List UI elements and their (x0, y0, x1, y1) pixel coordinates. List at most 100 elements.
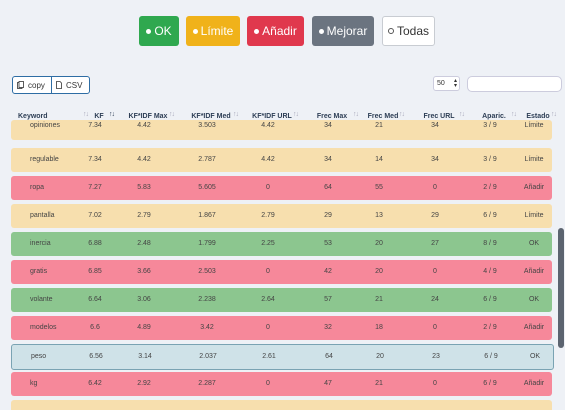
cell-frec-max: 42 (324, 268, 332, 275)
cell-aparic: 2 / 9 (483, 324, 497, 331)
copy-button[interactable]: copy (12, 76, 52, 94)
table-row[interactable] (11, 400, 552, 410)
cell-keyword: ropa (30, 184, 45, 191)
cell-keyword (30, 400, 80, 410)
cell-frec-med (356, 400, 402, 410)
cell-kfidf-max: 4.89 (137, 324, 151, 331)
cell-kfidf-url: 0 (266, 268, 270, 275)
table-row[interactable]: kg 6.42 2.92 2.287 0 47 21 0 6 / 9 Añadir (11, 372, 552, 396)
cell-keyword: opiniones (30, 122, 60, 129)
table-row[interactable]: modelos 6.6 4.89 3.42 0 32 18 0 2 / 9 Añadir (11, 316, 552, 340)
table-row[interactable]: inercia 6.88 2.48 1.799 2.25 53 20 27 8 / 9 OK (11, 232, 552, 256)
cell-kf: 6.85 (88, 268, 102, 275)
cell-kfidf-med (178, 400, 236, 410)
table-row[interactable]: opiniones 7.34 4.42 3.503 4.42 34 21 34 3 / 9 Lím… (11, 120, 552, 140)
cell-kf: 7.02 (88, 212, 102, 219)
filter-todas-label: Todas (396, 24, 430, 38)
table-row[interactable]: ropa 7.27 5.83 5.605 0 64 55 0 2 / 9 Añadir (11, 176, 552, 200)
radio-circle-icon (387, 28, 394, 34)
cell-frec-med: 13 (375, 212, 383, 219)
cell-frec-max: 64 (324, 184, 332, 191)
cell-kfidf-url: 0 (266, 324, 270, 331)
cell-frec-med: 20 (375, 240, 383, 247)
cell-kf: 6.6 (90, 324, 100, 331)
keywords-table: Keyword ↑↓ KF ↑↓ KF*IDF Max ↑↓ KF*IDF Med ↑↓ KF*… (0, 106, 565, 410)
cell-aparic: 6 / 9 (484, 353, 498, 360)
cell-keyword: kg (30, 380, 38, 387)
cell-kf: 6.88 (88, 240, 102, 247)
cell-kf: 7.34 (88, 122, 102, 129)
cell-kfidf-med: 5.605 (198, 184, 216, 191)
cell-aparic: 6 / 9 (483, 296, 497, 303)
cell-estado: Añadir (523, 268, 545, 275)
cell-frec-url: 0 (433, 184, 437, 191)
cell-kfidf-max: 3.66 (137, 268, 151, 275)
cell-kfidf-url: 2.79 (261, 212, 275, 219)
cell-estado (514, 400, 554, 410)
radio-dot-icon (254, 28, 260, 34)
cell-frec-url: 27 (431, 240, 439, 247)
cell-frec-max: 29 (324, 212, 332, 219)
cell-kfidf-max: 4.42 (137, 156, 151, 163)
cell-keyword: modelos (30, 324, 57, 331)
cell-frec-url: 0 (433, 268, 437, 275)
cell-keyword: pantalla (30, 212, 55, 219)
cell-kfidf-url (240, 400, 296, 410)
cell-kf: 6.56 (89, 353, 103, 360)
cell-kf (78, 400, 112, 410)
table-row[interactable]: peso 6.56 3.14 2.037 2.61 64 20 23 6 / 9 OK (11, 344, 554, 370)
cell-kfidf-url: 0 (266, 380, 270, 387)
cell-frec-url: 34 (431, 156, 439, 163)
cell-kfidf-med: 3.42 (200, 324, 214, 331)
filter-mejorar-button[interactable]: Mejorar (312, 16, 374, 46)
csv-label: CSV (66, 80, 83, 90)
cell-keyword: inercia (30, 240, 51, 247)
cell-frec-max: 34 (324, 122, 332, 129)
cell-kfidf-url: 2.64 (261, 296, 275, 303)
filter-limite-button[interactable]: Límite (186, 16, 240, 46)
cell-frec-max: 53 (324, 240, 332, 247)
cell-frec-med: 14 (375, 156, 383, 163)
cell-kfidf-med: 1.867 (198, 212, 216, 219)
cell-frec-url: 24 (431, 296, 439, 303)
cell-aparic: 8 / 9 (483, 240, 497, 247)
filter-todas-button[interactable]: Todas (382, 16, 435, 46)
cell-frec-url: 34 (431, 122, 439, 129)
table-row[interactable]: gratis 6.85 3.66 2.503 0 42 20 0 4 / 9 Añadir (11, 260, 552, 284)
cell-estado: OK (528, 240, 540, 247)
cell-kfidf-max: 2.79 (137, 212, 151, 219)
search-input[interactable] (467, 76, 562, 92)
cell-keyword: peso (31, 353, 47, 360)
cell-aparic: 4 / 9 (483, 268, 497, 275)
radio-dot-icon (192, 28, 198, 34)
cell-kfidf-med: 2.037 (199, 353, 217, 360)
cell-kfidf-med: 2.238 (198, 296, 216, 303)
cell-frec-max: 64 (325, 353, 333, 360)
vertical-scrollbar[interactable] (558, 228, 564, 348)
cell-kfidf-max: 5.83 (137, 184, 151, 191)
radio-dot-icon (146, 28, 152, 34)
copy-icon (17, 81, 24, 89)
table-row[interactable]: volante 6.64 3.06 2.238 2.64 57 21 24 6 / 9 OK (11, 288, 552, 312)
cell-estado: Añadir (523, 324, 545, 331)
cell-estado: OK (529, 353, 541, 360)
cell-aparic: 6 / 9 (483, 212, 497, 219)
csv-button[interactable]: CSV (51, 76, 90, 94)
filter-ok-button[interactable]: OK (139, 16, 179, 46)
cell-frec-url: 29 (431, 212, 439, 219)
cell-kf: 7.34 (88, 156, 102, 163)
table-row[interactable]: regulable 7.34 4.42 2.787 4.42 34 14 34 3 / 9 Lím… (11, 148, 552, 172)
table-row[interactable]: pantalla 7.02 2.79 1.867 2.79 29 13 29 6 / 9 Lími… (11, 204, 552, 228)
cell-kf: 6.64 (88, 296, 102, 303)
status-filter-bar: OK Límite Añadir Mejorar Todas (0, 16, 565, 46)
cell-frec-med: 55 (375, 184, 383, 191)
cell-kfidf-url: 2.25 (261, 240, 275, 247)
cell-estado: Límite (524, 156, 544, 163)
cell-kf: 7.27 (88, 184, 102, 191)
cell-kfidf-url: 4.42 (261, 156, 275, 163)
page-size-select[interactable]: 50 ▴ ▾ (433, 76, 460, 91)
cell-kfidf-max: 4.42 (137, 122, 151, 129)
cell-keyword: regulable (30, 156, 59, 163)
filter-anadir-button[interactable]: Añadir (247, 16, 304, 46)
cell-keyword: volante (30, 296, 53, 303)
